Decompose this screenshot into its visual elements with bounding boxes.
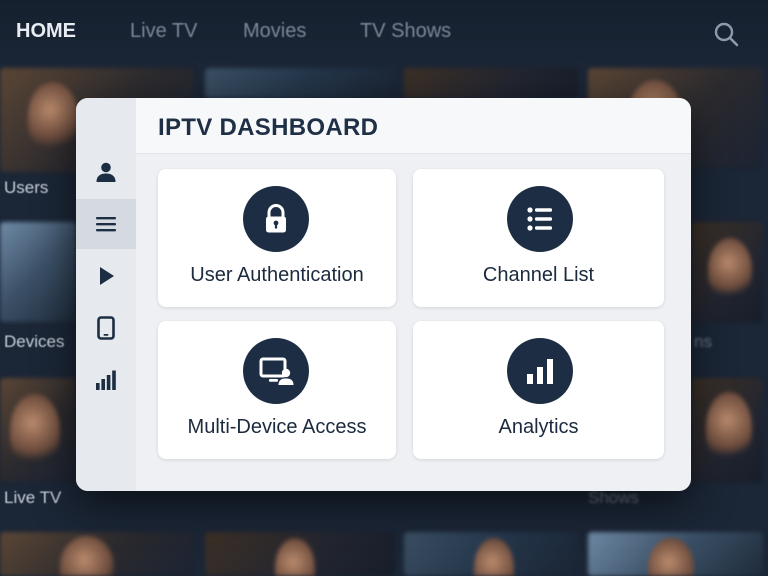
- sidebar-item-analytics[interactable]: [76, 355, 136, 405]
- dashboard-sidebar: [76, 98, 136, 491]
- background-row-label: ns: [694, 332, 712, 351]
- sidebar-item-menu[interactable]: [76, 199, 136, 249]
- nav-tv-shows[interactable]: TV Shows: [360, 20, 451, 43]
- tablet-icon: [97, 316, 115, 340]
- user-authentication-card[interactable]: User Authentication: [158, 169, 396, 307]
- page-title: IPTV DASHBOARD: [158, 114, 379, 141]
- play-icon: [100, 267, 114, 285]
- iptv-dashboard-panel: IPTV DASHBOARD User Authentication Chann…: [76, 98, 691, 491]
- sidebar-item-devices[interactable]: [76, 303, 136, 353]
- sidebar-item-play[interactable]: [76, 251, 136, 301]
- background-thumbnail[interactable]: [205, 68, 395, 98]
- card-label: Channel List: [482, 264, 595, 286]
- background-thumbnail[interactable]: [205, 532, 395, 576]
- background-thumbnail[interactable]: [692, 378, 763, 482]
- sidebar-item-users[interactable]: [76, 147, 136, 197]
- signal-bars-icon: [96, 370, 116, 390]
- card-label: Multi-Device Access: [187, 416, 367, 438]
- card-label: User Authentication: [190, 264, 364, 286]
- background-thumbnail[interactable]: [404, 532, 578, 576]
- search-icon[interactable]: [712, 20, 740, 48]
- top-navigation: HOME Live TV Movies TV Shows: [0, 0, 768, 64]
- dashboard-header: IPTV DASHBOARD: [136, 98, 691, 154]
- channel-list-card[interactable]: Channel List: [413, 169, 664, 307]
- nav-movies[interactable]: Movies: [243, 20, 306, 43]
- analytics-card[interactable]: Analytics: [413, 321, 664, 459]
- card-label: Analytics: [498, 416, 579, 438]
- multi-device-access-card[interactable]: Multi-Device Access: [158, 321, 396, 459]
- background-row-label: Shows: [588, 488, 640, 507]
- background-thumbnail[interactable]: [0, 532, 194, 576]
- background-row-label: Live TV: [4, 488, 62, 507]
- background-thumbnail[interactable]: [692, 222, 763, 322]
- nav-live-tv[interactable]: Live TV: [130, 20, 197, 43]
- menu-icon: [96, 217, 116, 232]
- lock-icon: [243, 186, 309, 252]
- nav-home[interactable]: HOME: [16, 20, 76, 43]
- bar-chart-icon: [507, 338, 573, 404]
- background-row-label: Devices: [4, 332, 65, 351]
- list-icon: [507, 186, 573, 252]
- monitor-user-icon: [243, 338, 309, 404]
- background-row-label: Users: [4, 178, 49, 197]
- user-icon: [96, 162, 116, 182]
- background-thumbnail[interactable]: [588, 532, 763, 576]
- background-thumbnail[interactable]: [0, 378, 76, 482]
- background-thumbnail[interactable]: [0, 222, 76, 322]
- background-thumbnail[interactable]: [404, 68, 578, 98]
